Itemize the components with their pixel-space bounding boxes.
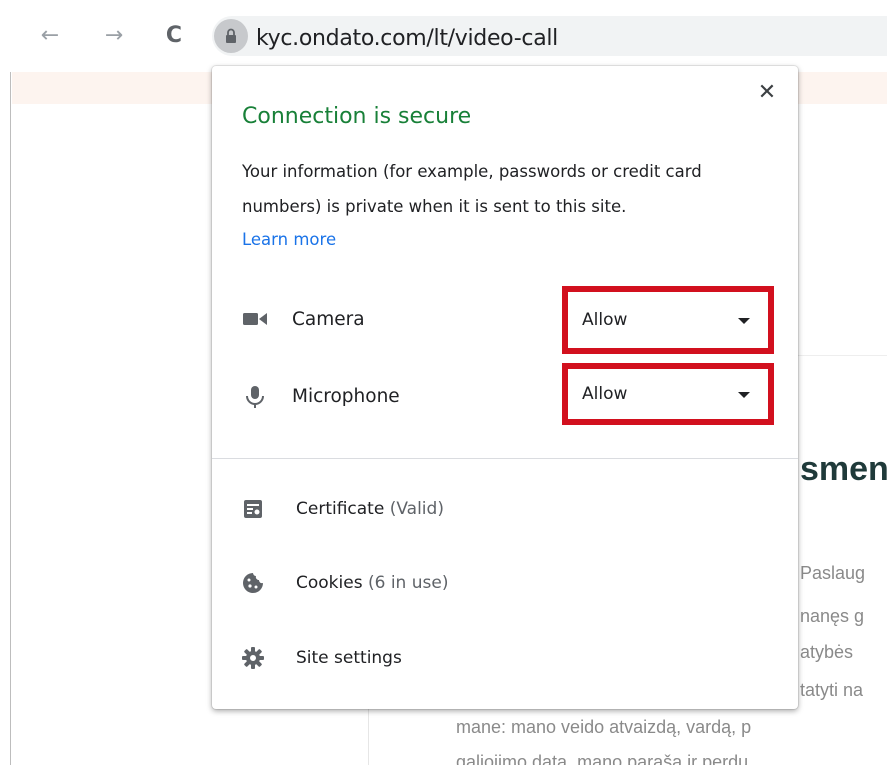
close-icon[interactable]: ✕ [754, 80, 780, 106]
microphone-permission-value: Allow [582, 384, 628, 404]
security-description: Your information (for example, passwords… [242, 162, 702, 216]
site-settings-label: Site settings [296, 648, 402, 668]
page-text-line: tatyti na [800, 680, 864, 700]
divider [212, 458, 798, 459]
back-arrow-icon[interactable]: ← [36, 22, 64, 50]
camera-permission-value: Allow [582, 310, 628, 330]
url-text[interactable]: kyc.ondato.com/lt/video-call [256, 26, 558, 51]
cookie-icon [243, 573, 263, 593]
chevron-down-icon [738, 392, 750, 398]
site-info-button[interactable] [214, 19, 248, 53]
connection-secure-title: Connection is secure [242, 104, 472, 129]
page-text-line: mane: mano veido atvaizdą, vardą, p [456, 717, 752, 737]
forward-arrow-icon[interactable]: → [100, 22, 128, 50]
cookies-label: Cookies [296, 573, 363, 593]
certificate-status: (Valid) [389, 499, 444, 519]
learn-more-link[interactable]: Learn more [242, 230, 336, 249]
camera-label: Camera [292, 309, 365, 330]
reload-icon[interactable]: C [160, 22, 188, 50]
microphone-permission-select[interactable]: Allow [568, 369, 768, 419]
page-text-line: Paslaug [800, 563, 866, 583]
certificate-row[interactable]: Certificate (Valid) [242, 490, 762, 530]
page-left-border [10, 72, 11, 765]
camera-icon [243, 313, 267, 325]
page-text-line: atybės [800, 642, 854, 662]
browser-toolbar: ← → C kyc.ondato.com/lt/video-call [0, 0, 887, 72]
page-text-line: nanęs g [800, 606, 865, 626]
gear-icon [242, 647, 264, 669]
certificate-label: Certificate [296, 499, 385, 519]
cookies-row[interactable]: Cookies (6 in use) [242, 564, 762, 604]
page-text-line: galiojimo data, mano parašą ir perdu [456, 752, 749, 765]
microphone-label: Microphone [292, 386, 400, 407]
lock-icon [226, 28, 236, 43]
cookies-status: (6 in use) [367, 573, 449, 593]
site-info-popup: ✕ Connection is secure Your information … [212, 66, 798, 709]
certificate-icon [244, 500, 262, 518]
camera-permission-select[interactable]: Allow [568, 292, 768, 348]
chevron-down-icon [738, 318, 750, 324]
site-settings-row[interactable]: Site settings [242, 639, 762, 679]
microphone-icon [246, 386, 264, 408]
page-heading: smen [800, 450, 887, 488]
